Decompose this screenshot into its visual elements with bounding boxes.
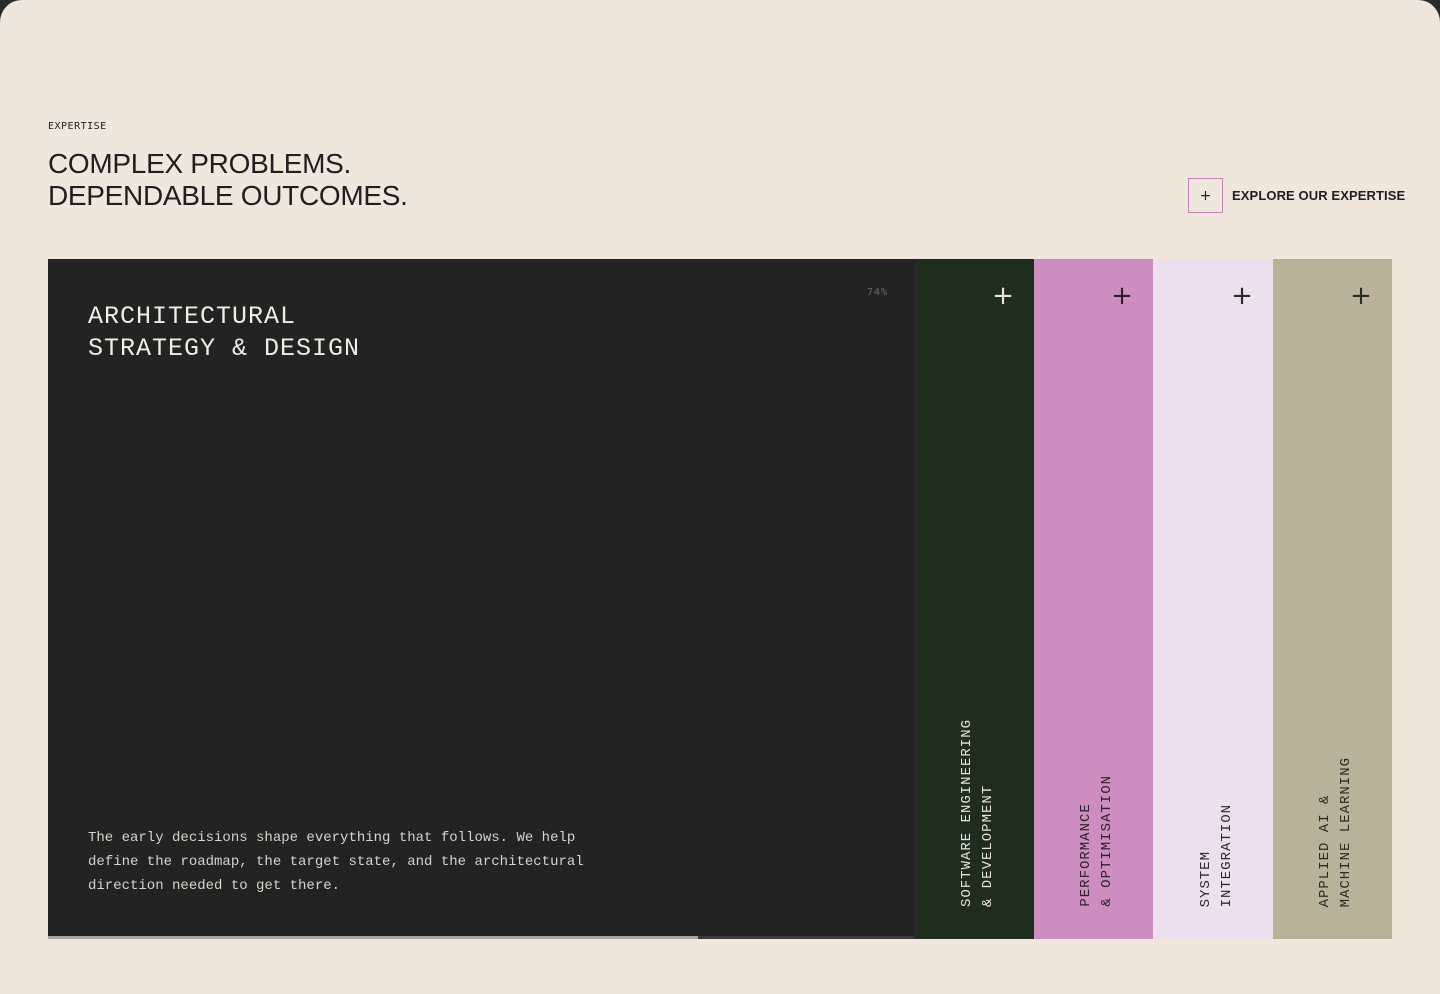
headline-line-1: COMPLEX PROBLEMS. [48, 148, 351, 179]
panel-title: ARCHITECTURAL STRATEGY & DESIGN [88, 301, 360, 365]
panel-label-line-2: & DEVELOPMENT [980, 784, 996, 907]
expertise-page: EXPERTISE COMPLEX PROBLEMS. DEPENDABLE O… [0, 0, 1440, 994]
plus-icon[interactable]: + [1350, 283, 1372, 309]
expertise-accordion: ARCHITECTURAL STRATEGY & DESIGN 74% The … [48, 259, 1392, 939]
section-headline: COMPLEX PROBLEMS. DEPENDABLE OUTCOMES. [48, 148, 408, 212]
progress-bar-fill [48, 936, 699, 939]
panel-title-line-1: ARCHITECTURAL [88, 302, 297, 331]
panel-label: PERFORMANCE & OPTIMISATION [1076, 775, 1118, 907]
panel-label-line-1: SYSTEM [1198, 850, 1214, 907]
panel-label-line-2: & OPTIMISATION [1099, 775, 1115, 907]
panel-label-line-2: INTEGRATION [1219, 803, 1235, 907]
progress-bar [48, 936, 915, 939]
panel-label-line-1: SOFTWARE ENGINEERING [959, 718, 975, 907]
explore-expertise-label[interactable]: EXPLORE OUR EXPERTISE [1232, 188, 1405, 203]
section-eyebrow: EXPERTISE [48, 121, 107, 132]
explore-expertise-button[interactable]: + EXPLORE OUR EXPERTISE [1188, 178, 1405, 213]
plus-icon[interactable]: + [1188, 178, 1223, 213]
panel-label: SOFTWARE ENGINEERING & DEVELOPMENT [957, 719, 999, 907]
plus-icon[interactable]: + [992, 283, 1014, 309]
panel-label-line-1: PERFORMANCE [1078, 803, 1094, 907]
panel-system-integration[interactable]: + SYSTEM INTEGRATION [1154, 259, 1273, 939]
panel-performance-optimisation[interactable]: + PERFORMANCE & OPTIMISATION [1034, 259, 1153, 939]
panel-architectural-strategy[interactable]: ARCHITECTURAL STRATEGY & DESIGN 74% The … [48, 259, 915, 939]
panel-software-engineering[interactable]: + SOFTWARE ENGINEERING & DEVELOPMENT [915, 259, 1034, 939]
panel-label-line-1: APPLIED AI & [1317, 794, 1333, 907]
panel-label: SYSTEM INTEGRATION [1196, 804, 1238, 907]
panel-label: APPLIED AI & MACHINE LEARNING [1315, 757, 1357, 907]
plus-icon[interactable]: + [1111, 283, 1133, 309]
panel-applied-ai[interactable]: + APPLIED AI & MACHINE LEARNING [1273, 259, 1392, 939]
headline-line-2: DEPENDABLE OUTCOMES. [48, 180, 408, 211]
plus-icon[interactable]: + [1231, 283, 1253, 309]
panel-label-line-2: MACHINE LEARNING [1338, 756, 1354, 907]
progress-percent: 74% [867, 287, 889, 298]
panel-description: The early decisions shape everything tha… [88, 830, 584, 894]
panel-title-line-2: STRATEGY & DESIGN [88, 334, 361, 363]
